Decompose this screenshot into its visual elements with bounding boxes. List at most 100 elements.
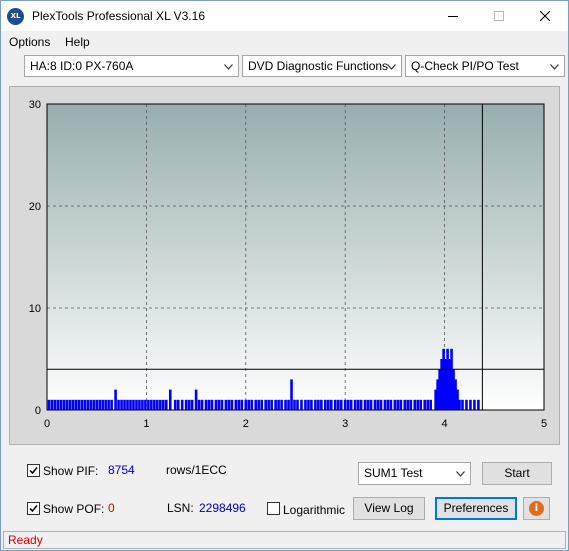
status-bar: Ready	[3, 531, 566, 549]
data-bar	[386, 399, 390, 410]
menu-options[interactable]: Options	[9, 35, 50, 49]
data-bar	[132, 399, 135, 410]
data-bar	[123, 399, 126, 410]
data-bar	[280, 399, 283, 410]
data-bar	[135, 399, 138, 410]
data-bar	[336, 399, 340, 410]
data-bar	[62, 399, 66, 410]
chevron-down-icon	[456, 471, 465, 477]
lsn-label: LSN:	[167, 501, 194, 515]
test-select[interactable]: Q-Check PI/PO Test	[405, 55, 565, 77]
show-pif-label: Show PIF:	[43, 464, 99, 478]
sum-test-value: SUM1 Test	[364, 466, 423, 480]
data-bar	[429, 399, 432, 410]
menu-bar: Options Help	[1, 32, 568, 52]
data-bar	[396, 399, 400, 410]
data-bar	[267, 399, 270, 410]
data-bar	[150, 399, 153, 410]
data-bar	[220, 399, 224, 410]
data-bar	[389, 399, 393, 410]
data-bar	[240, 399, 244, 410]
show-pof-checkbox[interactable]	[27, 502, 40, 515]
data-bar	[310, 399, 313, 410]
data-bar	[284, 399, 287, 410]
y-tick-label: 20	[29, 201, 41, 213]
data-bar	[409, 399, 413, 410]
minimize-button[interactable]	[430, 1, 476, 31]
y-tick-label: 30	[29, 99, 41, 111]
data-bar	[369, 399, 373, 410]
data-bar	[426, 399, 430, 410]
data-bar	[477, 399, 480, 410]
preferences-button[interactable]: Preferences	[435, 497, 517, 520]
data-bar	[329, 399, 333, 410]
data-bar	[287, 399, 290, 410]
data-bar	[353, 399, 357, 410]
data-bar	[356, 399, 360, 410]
data-bar	[277, 399, 280, 410]
close-button[interactable]	[522, 1, 568, 31]
data-bar	[129, 399, 132, 410]
data-bar	[184, 399, 188, 410]
menu-help[interactable]: Help	[65, 35, 90, 49]
data-bar	[320, 399, 323, 410]
data-bar	[399, 399, 403, 410]
data-bar	[77, 399, 81, 410]
maximize-button[interactable]	[476, 1, 522, 31]
data-bar	[120, 399, 123, 410]
y-tick-label: 0	[35, 405, 41, 417]
drive-select[interactable]: HA:8 ID:0 PX-760A	[24, 55, 239, 77]
data-bar	[217, 399, 221, 410]
data-bar	[260, 399, 264, 410]
show-pif-checkbox[interactable]	[27, 464, 40, 477]
data-bar	[68, 399, 72, 410]
start-button[interactable]: Start	[482, 462, 552, 485]
info-button[interactable]: i	[523, 497, 550, 520]
chevron-down-icon	[387, 64, 396, 70]
data-bar	[419, 399, 423, 410]
data-bar	[190, 399, 194, 410]
x-tick-label: 2	[243, 418, 249, 430]
data-bar	[293, 399, 296, 410]
chevron-down-icon	[550, 64, 559, 70]
logarithmic-checkbox[interactable]	[267, 502, 280, 515]
data-bar	[107, 399, 110, 410]
data-bar	[200, 399, 204, 410]
function-select[interactable]: DVD Diagnostic Functions	[242, 55, 402, 77]
data-bar	[144, 399, 147, 410]
data-bar	[290, 379, 293, 410]
data-bar	[59, 399, 63, 410]
sum-test-select[interactable]: SUM1 Test	[358, 462, 471, 485]
maximize-icon	[494, 11, 504, 21]
data-bar	[244, 399, 248, 410]
data-bar	[65, 399, 69, 410]
data-bar	[333, 399, 337, 410]
data-bar	[180, 399, 184, 410]
window-title: PlexTools Professional XL V3.16	[32, 9, 205, 23]
info-icon: i	[529, 501, 544, 516]
function-select-value: DVD Diagnostic Functions	[248, 59, 389, 73]
data-bar	[406, 399, 410, 410]
data-bar	[383, 399, 387, 410]
data-bar	[114, 389, 117, 410]
data-bar	[465, 399, 468, 410]
data-bar	[204, 399, 208, 410]
data-bar	[314, 399, 317, 410]
data-bar	[56, 399, 60, 410]
data-bar	[349, 399, 353, 410]
chart-frame: 0 1 2 3 4 5 0 10 20 30	[9, 86, 560, 445]
title-bar[interactable]: XL PlexTools Professional XL V3.16	[1, 1, 568, 31]
control-panel: Show PIF: 8754 rows/1ECC SUM1 Test Start…	[9, 453, 560, 525]
data-bar	[156, 399, 159, 410]
data-bar	[254, 399, 258, 410]
status-text: Ready	[8, 533, 43, 547]
data-bar	[359, 399, 363, 410]
data-bar	[327, 399, 330, 410]
show-pof-label: Show POF:	[43, 502, 105, 516]
data-bar	[270, 399, 273, 410]
data-bar	[164, 399, 168, 410]
view-log-button[interactable]: View Log	[353, 497, 425, 520]
pof-value: 0	[108, 501, 115, 515]
data-bar	[379, 399, 383, 410]
x-tick-label: 5	[541, 418, 547, 430]
